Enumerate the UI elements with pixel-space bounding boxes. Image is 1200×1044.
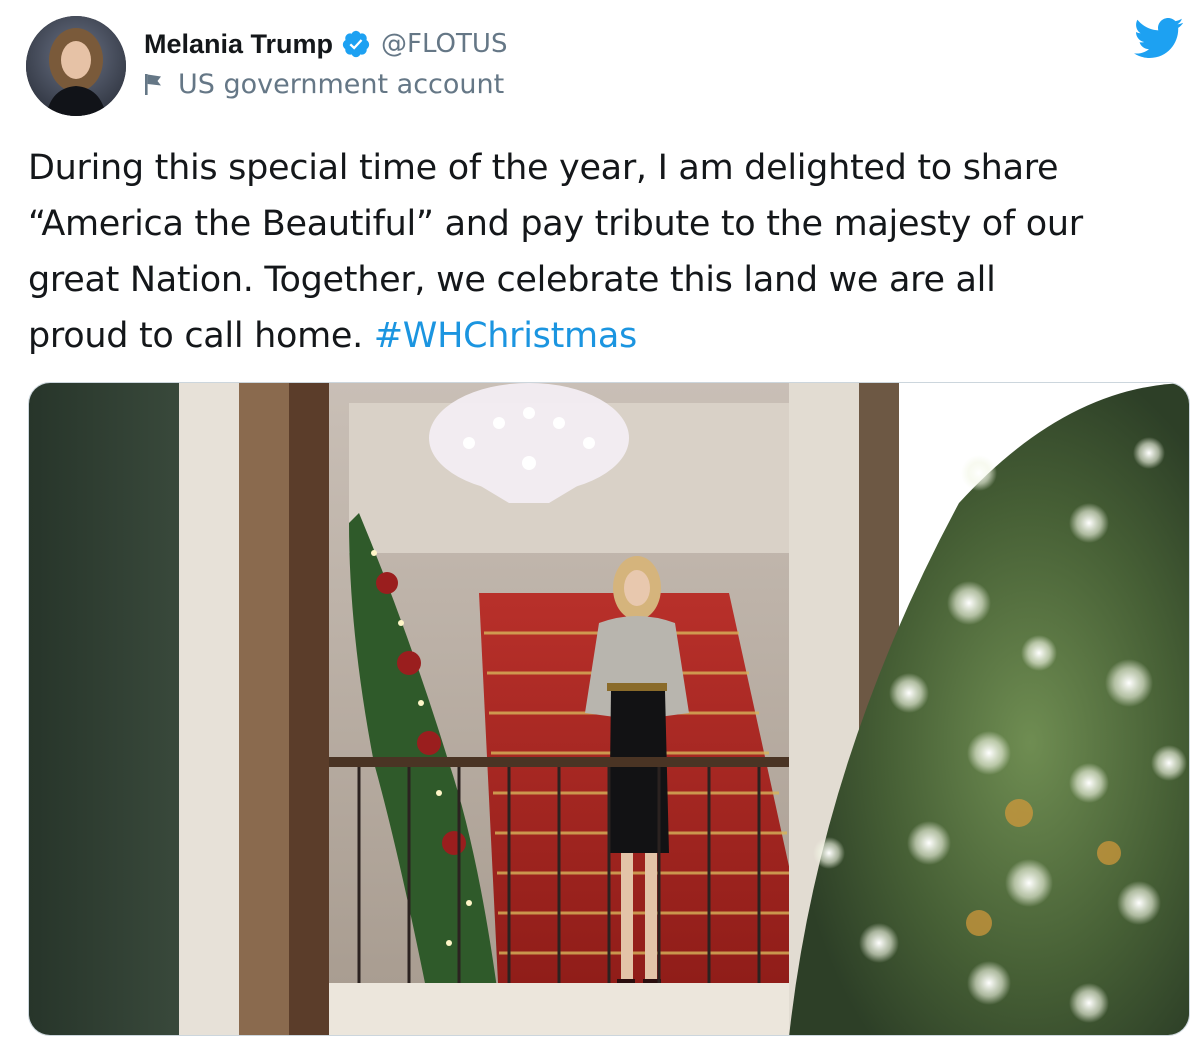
flag-icon bbox=[144, 72, 164, 96]
handle[interactable]: @FLOTUS bbox=[381, 29, 507, 59]
account-label-row: US government account bbox=[144, 64, 504, 104]
tweet-media-photo[interactable] bbox=[28, 382, 1190, 1036]
tweet-text-line-1: During this special time of the year, I … bbox=[28, 148, 1059, 188]
author-name-row: Melania Trump @FLOTUS bbox=[144, 24, 507, 64]
government-account-label[interactable]: US government account bbox=[178, 69, 504, 100]
tweet-text-line-2: “America the Beautiful” and pay tribute … bbox=[28, 204, 1083, 244]
avatar-image bbox=[26, 16, 126, 116]
display-name[interactable]: Melania Trump bbox=[144, 29, 333, 60]
tweet-text-line-3: great Nation. Together, we celebrate thi… bbox=[28, 260, 996, 300]
tweet-text-line-4-body: proud to call home. bbox=[28, 316, 374, 356]
hashtag-link[interactable]: #WHChristmas bbox=[374, 316, 637, 356]
tweet-text: During this special time of the year, I … bbox=[28, 140, 1178, 364]
tweet-card[interactable]: Melania Trump @FLOTUS US government acco… bbox=[0, 0, 1200, 1044]
tweet-text-line-4: proud to call home. #WHChristmas bbox=[28, 308, 1178, 364]
avatar[interactable] bbox=[26, 16, 126, 116]
staircase-photo bbox=[29, 383, 1189, 1035]
twitter-bird-icon[interactable] bbox=[1132, 16, 1184, 60]
verified-badge-icon bbox=[341, 29, 371, 59]
